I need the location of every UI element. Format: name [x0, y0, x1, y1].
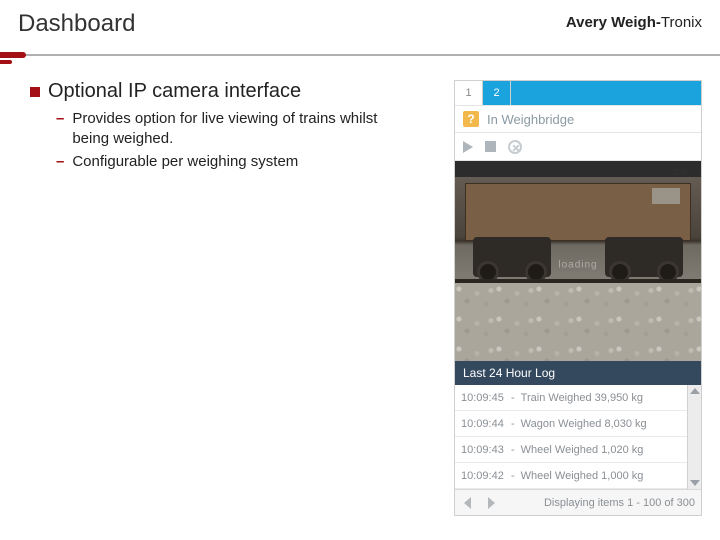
camera-log-panel: 1 2 ? In Weighbridge 208 loading [454, 80, 702, 516]
log-row: 10:09:44 - Wagon Weighed 8,030 kg [455, 411, 687, 437]
scroll-down-icon[interactable] [690, 480, 700, 486]
bullet-text: Configurable per weighing system [72, 152, 298, 172]
play-icon[interactable] [463, 141, 473, 153]
camera-feed: 208 loading [455, 161, 701, 361]
section-heading: Optional IP camera interface [48, 80, 301, 103]
log-row: 10:09:45 - Train Weighed 39,950 kg [455, 385, 687, 411]
camera-watermark: loading [558, 260, 597, 271]
status-label: In Weighbridge [487, 112, 574, 127]
log-row: 10:09:43 - Wheel Weighed 1,020 kg [455, 437, 687, 463]
status-row: ? In Weighbridge [455, 105, 701, 133]
bullet-text: Provides option for live viewing of trai… [72, 109, 402, 148]
camera-osd-bar [455, 161, 701, 177]
log-desc: Wagon Weighed 8,030 kg [521, 418, 647, 430]
text-content: Optional IP camera interface – Provides … [30, 80, 436, 516]
log-time: 10:09:45 [461, 392, 505, 404]
log-desc: Train Weighed 39,950 kg [521, 392, 643, 404]
bullet-dash-icon: – [56, 109, 64, 148]
tab-2[interactable]: 2 [483, 81, 511, 105]
log-frame: 10:09:45 - Train Weighed 39,950 kg 10:09… [455, 385, 701, 489]
pager-next-icon[interactable] [485, 496, 499, 510]
log-scrollbar[interactable] [687, 385, 701, 489]
bogie-graphic [605, 237, 683, 277]
panel-tabs: 1 2 [455, 81, 701, 105]
scroll-up-icon[interactable] [690, 388, 700, 394]
bullet-dash-icon: – [56, 152, 64, 172]
pager-text: Displaying items 1 - 100 of 300 [544, 497, 695, 509]
brand-thin: Tronix [661, 14, 702, 31]
log-desc: Wheel Weighed 1,020 kg [521, 444, 644, 456]
log-row: 10:09:42 - Wheel Weighed 1,000 kg [455, 463, 687, 489]
cancel-icon[interactable] [508, 140, 522, 154]
tab-1[interactable]: 1 [455, 81, 483, 105]
camera-controls [455, 133, 701, 161]
tab-spacer [511, 81, 701, 105]
pager-prev-icon[interactable] [461, 496, 475, 510]
status-unknown-icon: ? [463, 111, 479, 127]
log-header: Last 24 Hour Log [455, 361, 701, 385]
brand-bold: Avery Weigh- [566, 14, 661, 31]
log-pager: Displaying items 1 - 100 of 300 [455, 489, 701, 515]
wagon-number: 208 [672, 167, 687, 177]
log-time: 10:09:44 [461, 418, 505, 430]
header-rule [0, 54, 720, 74]
ballast-graphic [455, 283, 701, 361]
log-body: 10:09:45 - Train Weighed 39,950 kg 10:09… [455, 385, 687, 489]
log-time: 10:09:42 [461, 470, 505, 482]
bogie-graphic [473, 237, 551, 277]
brand-logo: Avery Weigh-Tronix [566, 14, 702, 31]
slide-header: Dashboard Avery Weigh-Tronix [0, 0, 720, 54]
wagon-graphic [465, 183, 691, 241]
log-time: 10:09:43 [461, 444, 505, 456]
log-desc: Wheel Weighed 1,000 kg [521, 470, 644, 482]
stop-icon[interactable] [485, 141, 496, 152]
bullet-square-icon [30, 87, 40, 97]
